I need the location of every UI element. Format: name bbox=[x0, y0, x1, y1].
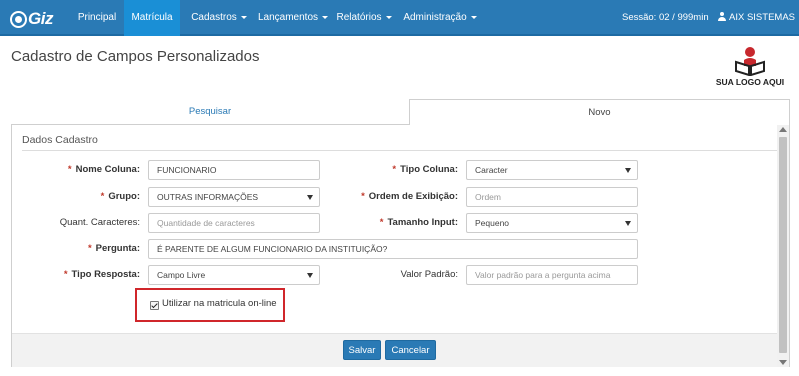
fieldset-divider bbox=[22, 135, 777, 151]
scroll-thumb[interactable] bbox=[779, 137, 787, 353]
caret-down-icon bbox=[385, 15, 392, 19]
caret-down-icon bbox=[307, 195, 313, 200]
brand-logo-text: SUA LOGO AQUI bbox=[715, 77, 785, 87]
page-title: Cadastro de Campos Personalizados bbox=[11, 48, 260, 65]
quant-caracteres-input[interactable]: Quantidade de caracteres bbox=[148, 213, 320, 233]
tamanho-input-select[interactable]: Pequeno bbox=[466, 213, 638, 233]
user-icon bbox=[718, 12, 726, 21]
cancel-button[interactable]: Cancelar bbox=[385, 340, 436, 360]
label-ordem-exibicao: * Ordem de Exibição: bbox=[361, 191, 458, 202]
label-quant-caracteres: Quant. Caracteres: bbox=[59, 217, 140, 228]
nav-administracao[interactable]: Administração bbox=[400, 0, 480, 36]
valor-padrao-input[interactable]: Valor padrão para a pergunta acima bbox=[466, 265, 638, 285]
nav-matricula[interactable]: Matrícula bbox=[124, 0, 180, 36]
scroll-down-icon[interactable] bbox=[779, 360, 787, 365]
tipo-resposta-select[interactable]: Campo Livre bbox=[148, 265, 320, 285]
tab-novo[interactable]: Novo bbox=[409, 99, 790, 125]
session-timer: Sessão: 02 / 999min bbox=[622, 12, 709, 23]
user-name: AIX SISTEMAS bbox=[729, 12, 795, 23]
logo-mark-icon bbox=[10, 10, 27, 28]
online-checkbox[interactable] bbox=[150, 301, 159, 310]
tipo-coluna-select[interactable]: Caracter bbox=[466, 160, 638, 180]
caret-down-icon bbox=[322, 15, 329, 19]
label-valor-padrao: Valor Padrão: bbox=[400, 269, 458, 280]
nav-relatorios[interactable]: Relatórios bbox=[333, 0, 395, 36]
app-logo[interactable]: Giz bbox=[10, 9, 53, 29]
top-navbar: Giz Principal Matrícula Cadastros Lançam… bbox=[0, 0, 799, 55]
tab-pesquisar[interactable]: Pesquisar bbox=[11, 99, 409, 125]
caret-down-icon bbox=[625, 168, 631, 173]
label-tamanho-input: * Tamanho Input: bbox=[379, 217, 458, 228]
label-tipo-coluna: * Tipo Coluna: bbox=[392, 164, 458, 175]
nome-coluna-input[interactable]: FUNCIONARIO bbox=[148, 160, 320, 180]
caret-down-icon bbox=[240, 15, 247, 19]
user-menu[interactable]: AIX SISTEMAS bbox=[718, 0, 799, 55]
label-nome-coluna: * Nome Coluna: bbox=[67, 164, 140, 175]
book-reader-icon bbox=[735, 47, 765, 76]
online-checkbox-label[interactable]: Utilizar na matricula on-line bbox=[162, 298, 277, 309]
fieldset-legend: Dados Cadastro bbox=[22, 134, 98, 146]
pergunta-input[interactable]: É PARENTE DE ALGUM FUNCIONARIO DA INSTIT… bbox=[148, 239, 638, 259]
scroll-up-icon[interactable] bbox=[779, 127, 787, 132]
nav-lancamentos[interactable]: Lançamentos bbox=[254, 0, 332, 36]
brand-logo: SUA LOGO AQUI bbox=[714, 46, 786, 92]
save-button[interactable]: Salvar bbox=[343, 340, 381, 360]
nav-cadastros[interactable]: Cadastros bbox=[184, 0, 254, 36]
caret-down-icon bbox=[625, 221, 631, 226]
vertical-scrollbar[interactable] bbox=[777, 125, 789, 367]
online-checkbox-highlight: Utilizar na matricula on-line bbox=[135, 288, 285, 322]
grupo-select[interactable]: OUTRAS INFORMAÇÕES bbox=[148, 187, 320, 207]
nav-principal[interactable]: Principal bbox=[70, 0, 124, 36]
caret-down-icon bbox=[307, 273, 313, 278]
caret-down-icon bbox=[470, 15, 477, 19]
ordem-exibicao-input[interactable]: Ordem bbox=[466, 187, 638, 207]
label-pergunta: * Pergunta: bbox=[87, 243, 140, 254]
label-tipo-resposta: * Tipo Resposta: bbox=[63, 269, 140, 280]
label-grupo: * Grupo: bbox=[100, 191, 140, 202]
logo-text: Giz bbox=[28, 9, 53, 28]
